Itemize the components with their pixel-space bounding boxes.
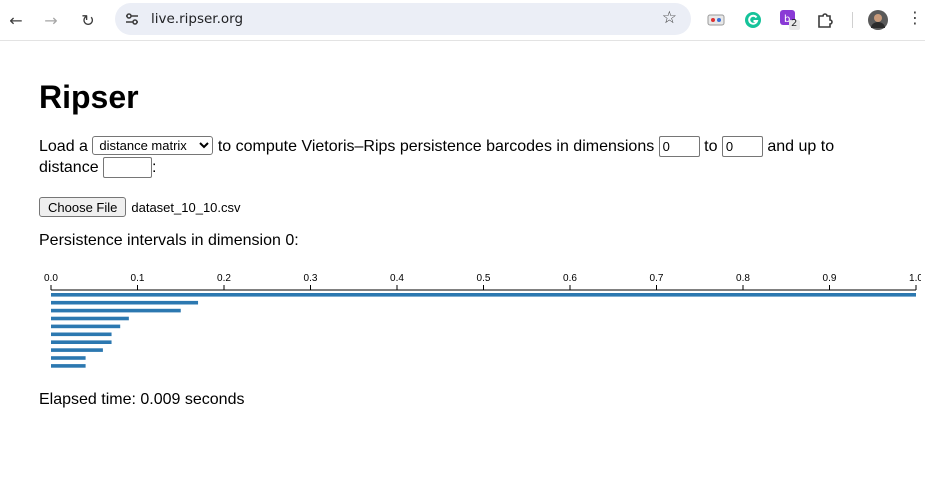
x-tick-label: 0.5 — [477, 273, 491, 284]
back-icon[interactable]: ← — [4, 8, 28, 32]
site-settings-icon[interactable] — [124, 11, 140, 27]
persistence-bar — [51, 348, 103, 352]
barcode-caption: Persistence intervals in dimension 0: — [39, 232, 299, 249]
persistence-bar — [51, 308, 181, 313]
persistence-bar — [51, 293, 916, 297]
barcode-chart: 0.0 0.1 0.2 0.3 0.4 0.5 0.6 0.7 0.8 0.9 1.0 — [44, 273, 921, 368]
forward-icon[interactable]: → — [39, 8, 63, 32]
compute-text: to compute Vietoris–Rips persistence bar… — [217, 138, 655, 155]
address-bar[interactable]: live.ripser.org ☆ — [115, 3, 691, 35]
colon-text: : — [152, 159, 157, 176]
x-tick-label: 0.6 — [563, 273, 577, 284]
toolbar-divider — [852, 12, 853, 28]
browser-menu-icon[interactable]: ⋮ — [907, 8, 923, 27]
extension-badge-count: 2 — [791, 18, 798, 29]
profile-avatar[interactable] — [868, 10, 888, 30]
extensions-puzzle-icon[interactable] — [815, 10, 835, 30]
x-tick-label: 0.3 — [304, 273, 318, 284]
parameters-form: Load a distance matrix to compute Vietor… — [39, 136, 869, 178]
x-tick-label: 1.0 — [909, 273, 921, 284]
distance-input[interactable] — [103, 157, 153, 178]
to-text: to — [704, 138, 718, 155]
x-tick-label: 0.4 — [390, 273, 404, 284]
dim-min-input[interactable] — [658, 136, 700, 157]
extension-icon[interactable] — [706, 10, 726, 30]
file-picker: Choose File dataset_10_10.csv — [39, 197, 241, 217]
x-tick-label: 0.8 — [736, 273, 750, 284]
x-tick-label: 0.9 — [823, 273, 837, 284]
extension-badge-icon[interactable]: b 2 — [780, 10, 800, 30]
x-tick-label: 0.0 — [44, 273, 58, 284]
file-name: dataset_10_10.csv — [131, 199, 241, 215]
page-title: Ripser — [39, 79, 139, 115]
url-text[interactable]: live.ripser.org — [151, 11, 243, 27]
persistence-bar — [51, 316, 129, 321]
grammarly-icon[interactable] — [743, 10, 763, 30]
x-tick-label: 0.2 — [217, 273, 231, 284]
persistence-bar — [51, 340, 112, 344]
choose-file-button[interactable]: Choose File — [39, 197, 127, 217]
reload-icon[interactable]: ↻ — [76, 8, 100, 32]
persistence-bar — [51, 356, 86, 360]
persistence-bar — [51, 332, 112, 337]
elapsed-time: Elapsed time: 0.009 seconds — [39, 391, 245, 408]
browser-toolbar: ← → ↻ live.ripser.org ☆ b 2 ⋮ — [0, 0, 925, 41]
persistence-bar — [51, 300, 199, 305]
x-tick-label: 0.1 — [131, 273, 145, 284]
x-tick-label: 0.7 — [650, 273, 664, 284]
persistence-bar — [51, 364, 86, 368]
persistence-bar — [51, 324, 121, 329]
input-type-select[interactable]: distance matrix — [92, 136, 214, 155]
bookmark-star-icon[interactable]: ☆ — [662, 8, 677, 28]
dim-max-input[interactable] — [721, 136, 763, 157]
load-prefix-text: Load a — [39, 138, 88, 155]
